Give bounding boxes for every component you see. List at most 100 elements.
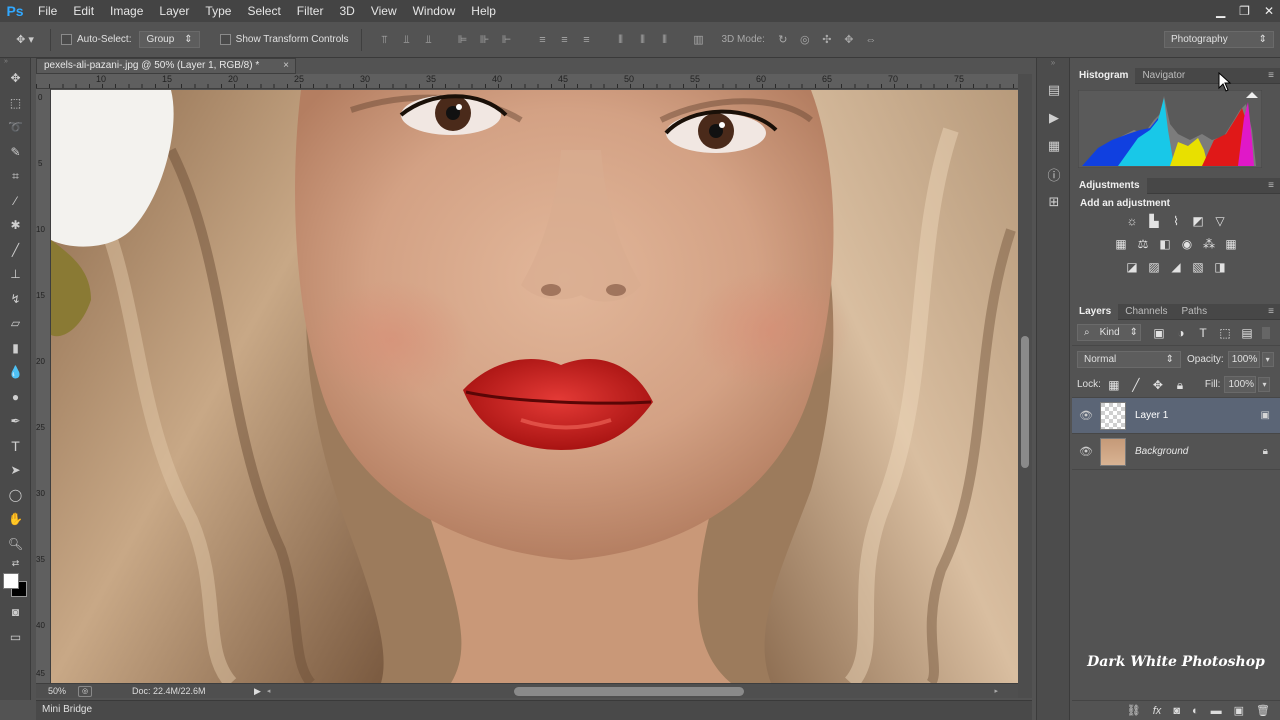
horizontal-scrollbar[interactable] [274, 686, 974, 697]
distribute-top-icon[interactable]: ≡ [535, 33, 551, 47]
document-canvas[interactable] [51, 90, 1018, 683]
posterize-icon[interactable]: ▨ [1144, 260, 1164, 274]
lock-all-icon[interactable]: 🔒︎ [1170, 378, 1190, 392]
scroll-left-icon[interactable]: ◂ [267, 687, 271, 695]
menu-type[interactable]: Type [197, 0, 239, 22]
mini-bridge-tab[interactable]: Mini Bridge [36, 700, 1032, 720]
vertical-scrollbar[interactable] [1018, 74, 1032, 698]
layer-name[interactable]: Background [1135, 446, 1188, 457]
vibrance-icon[interactable]: ▽ [1210, 214, 1230, 228]
panel-menu-icon[interactable]: ≡ [1268, 70, 1280, 81]
color-lookup-icon[interactable]: ▦ [1221, 237, 1241, 251]
eraser-tool-icon[interactable]: ▱ [0, 311, 31, 336]
properties-panel-icon[interactable]: ▦ [1037, 132, 1071, 160]
minimize-icon[interactable]: ▁ [1216, 4, 1225, 18]
foreground-color-swatch[interactable] [3, 573, 19, 589]
blend-mode-dropdown[interactable]: Normal ⇕ [1077, 350, 1181, 368]
gradient-map-icon[interactable]: ▧ [1188, 260, 1208, 274]
auto-align-icon[interactable]: ▥ [691, 33, 707, 47]
align-bottom-icon[interactable]: ⫫ [421, 33, 437, 47]
status-expand-icon[interactable]: ▶ [254, 686, 261, 697]
close-tab-icon[interactable]: × [283, 59, 289, 73]
history-panel-icon[interactable]: ▤ [1037, 76, 1071, 104]
layer-row-background[interactable]: 👁︎ Background 🔒︎ [1072, 434, 1280, 470]
lock-transparent-icon[interactable]: ▦ [1104, 378, 1124, 392]
visibility-eye-icon[interactable]: 👁︎ [1072, 445, 1100, 458]
quick-select-tool-icon[interactable]: ✎ [0, 140, 31, 165]
layer-row-layer-1[interactable]: 👁︎ Layer 1 ▣ [1072, 398, 1280, 434]
lasso-tool-icon[interactable]: ➰ [0, 115, 31, 140]
gradient-tool-icon[interactable]: ▮ [0, 336, 31, 361]
path-select-tool-icon[interactable]: ➤ [0, 458, 31, 483]
selective-color-icon[interactable]: ◨ [1210, 260, 1230, 274]
exposure-icon[interactable]: ◩ [1188, 214, 1208, 228]
filter-pixel-icon[interactable]: ▣ [1149, 326, 1169, 340]
close-icon[interactable]: ✕ [1264, 4, 1274, 18]
fill-slider-toggle[interactable]: ▾ [1258, 377, 1271, 392]
document-tab[interactable]: pexels-ali-pazani-.jpg @ 50% (Layer 1, R… [36, 58, 296, 74]
color-balance-icon[interactable]: ⚖ [1133, 237, 1153, 251]
opacity-slider-toggle[interactable]: ▾ [1261, 351, 1274, 367]
delete-layer-icon[interactable]: 🗑︎ [1256, 704, 1270, 717]
hand-tool-icon[interactable]: ✋ [0, 507, 31, 532]
eyedropper-tool-icon[interactable]: ⁄ [0, 189, 31, 214]
ellipse-tool-icon[interactable]: ◯ [0, 483, 31, 508]
tool-presets-icon[interactable]: ⊞ [1037, 188, 1071, 216]
align-vcenter-icon[interactable]: ⫫ [399, 33, 415, 47]
blur-tool-icon[interactable]: 💧 [0, 360, 31, 385]
panel-menu-icon[interactable]: ≡ [1268, 180, 1280, 191]
distribute-vcenter-icon[interactable]: ≡ [557, 33, 573, 47]
menu-3d[interactable]: 3D [331, 0, 362, 22]
layer-style-icon[interactable]: fx [1153, 705, 1162, 717]
info-panel-icon[interactable]: ⓘ [1037, 160, 1071, 188]
menu-layer[interactable]: Layer [151, 0, 197, 22]
menu-help[interactable]: Help [463, 0, 504, 22]
threshold-icon[interactable]: ◢ [1166, 260, 1186, 274]
swap-colors-icon[interactable]: ⇄ [0, 556, 31, 570]
tab-histogram[interactable]: Histogram [1072, 67, 1136, 84]
move-tool-icon[interactable]: ✥ [0, 66, 31, 91]
new-layer-icon[interactable]: ▣ [1234, 704, 1244, 717]
layer-name[interactable]: Layer 1 [1135, 410, 1168, 421]
zoom-level[interactable]: 50% [36, 686, 78, 696]
screen-mode-icon[interactable]: ▭ [0, 625, 31, 650]
3d-scale-icon[interactable]: ⇔ [863, 33, 879, 47]
invert-icon[interactable]: ◪ [1122, 260, 1142, 274]
menu-select[interactable]: Select [239, 0, 288, 22]
add-mask-icon[interactable]: ◙ [1173, 705, 1180, 717]
align-left-icon[interactable]: ⊫ [455, 33, 471, 47]
marquee-tool-icon[interactable]: ⬚ [0, 91, 31, 116]
align-hcenter-icon[interactable]: ⊪ [477, 33, 493, 47]
pen-tool-icon[interactable]: ✒ [0, 409, 31, 434]
fill-field[interactable]: 100% [1224, 376, 1257, 393]
quick-mask-icon[interactable]: ◙ [0, 600, 31, 625]
tab-paths[interactable]: Paths [1175, 304, 1215, 320]
type-tool-icon[interactable]: T [0, 434, 31, 459]
filter-toggle[interactable] [1262, 326, 1270, 339]
photo-filter-icon[interactable]: ◉ [1177, 237, 1197, 251]
actions-play-icon[interactable]: ▶ [1037, 104, 1071, 132]
auto-select-checkbox[interactable] [61, 34, 72, 45]
menu-window[interactable]: Window [405, 0, 464, 22]
visibility-eye-icon[interactable]: 👁︎ [1072, 409, 1100, 422]
lock-image-icon[interactable]: ╱ [1126, 378, 1146, 392]
status-menu-icon[interactable]: ◎ [78, 685, 92, 697]
filter-type-icon[interactable]: T [1193, 326, 1213, 340]
healing-brush-tool-icon[interactable]: ✱ [0, 213, 31, 238]
align-top-icon[interactable]: ⫪ [377, 33, 393, 47]
3d-rotate-icon[interactable]: ↻ [775, 33, 791, 47]
levels-icon[interactable]: ▙ [1144, 214, 1164, 228]
distribute-bottom-icon[interactable]: ≡ [579, 33, 595, 47]
menu-edit[interactable]: Edit [65, 0, 102, 22]
3d-slide-icon[interactable]: ✥ [841, 33, 857, 47]
history-brush-tool-icon[interactable]: ↯ [0, 287, 31, 312]
tab-adjustments[interactable]: Adjustments [1072, 177, 1147, 194]
filter-smart-object-icon[interactable]: ▤ [1237, 326, 1257, 340]
curves-icon[interactable]: ⌇ [1166, 214, 1186, 228]
tab-layers[interactable]: Layers [1072, 303, 1119, 320]
zoom-tool-icon[interactable]: 🔍︎ [0, 532, 31, 557]
dodge-tool-icon[interactable]: ● [0, 385, 31, 410]
vertical-scrollbar-thumb[interactable] [1021, 336, 1029, 468]
menu-filter[interactable]: Filter [289, 0, 332, 22]
crop-tool-icon[interactable]: ⌗ [0, 164, 31, 189]
